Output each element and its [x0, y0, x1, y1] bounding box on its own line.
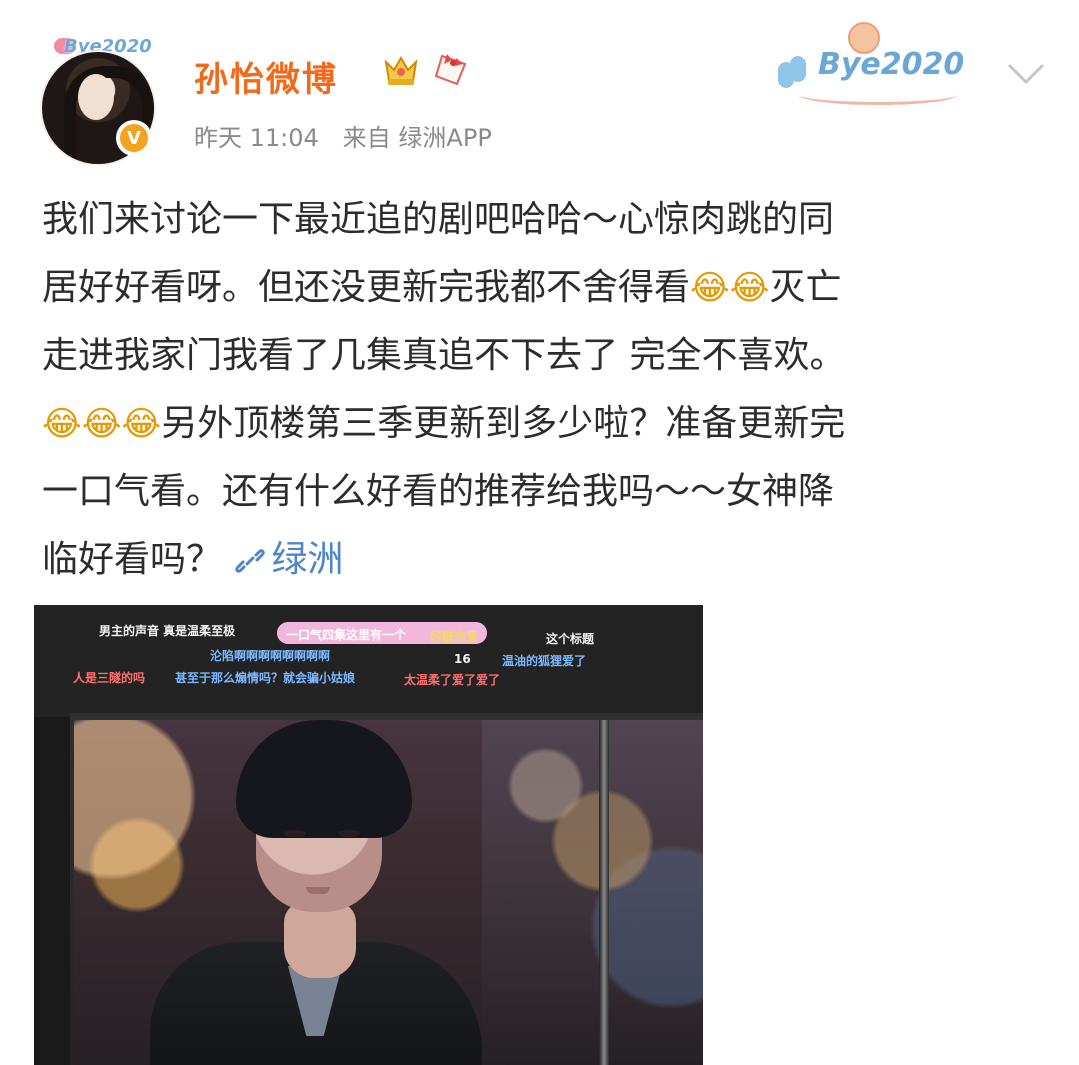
- verified-icon: V: [116, 120, 152, 156]
- scroll-icon: [434, 54, 467, 86]
- pole-decoration: [599, 720, 609, 1065]
- eye-shape: [284, 830, 306, 837]
- danmaku-text: 沦陷啊啊啊啊啊啊啊啊: [210, 649, 331, 663]
- avatar-face-shape: [78, 74, 114, 120]
- danmaku-text: 人是三隧的吗: [73, 671, 146, 685]
- post-line-4-text: 另外顶楼第三季更新到多少啦？准备更新完: [161, 403, 846, 444]
- post-line-2-tail: 灭亡: [769, 267, 842, 308]
- danmaku-text: 男主的声音 真是温柔至极: [99, 624, 236, 638]
- mouth-shape: [306, 887, 330, 894]
- laughing-crying-face-icon: 😂: [121, 404, 162, 444]
- post-line-2-text: 居好好看呀。但还没更新完我都不舍得看: [42, 267, 691, 308]
- danmaku-text: 16: [454, 652, 471, 666]
- window-background: [482, 720, 703, 1065]
- post-line-6: 临好看吗？ 绿洲: [42, 526, 1032, 594]
- crown-icon: [384, 56, 418, 85]
- post-line-1: 我们来讨论一下最近追的剧吧哈哈～心惊肉跳的同: [42, 199, 835, 240]
- link-icon: [235, 549, 266, 573]
- danmaku-text: 温油的狐狸爱了: [502, 654, 587, 668]
- post-line-3: 走进我家门我看了几集真追不下去了 完全不喜欢。: [42, 335, 846, 376]
- post-line-6-text: 临好看吗？: [42, 539, 223, 580]
- post-link-label: 绿洲: [271, 539, 344, 580]
- username[interactable]: 孙怡微博: [194, 52, 338, 101]
- neck-shape: [284, 902, 356, 978]
- laughing-crying-face-icon: 😂: [81, 404, 122, 444]
- laughing-crying-face-icon: 😂: [729, 268, 770, 308]
- post-time: 昨天 11:04: [194, 124, 319, 152]
- footprint-icon: [778, 62, 794, 88]
- post-line-5: 一口气看。还有什么好看的推荐给我吗～～女神降: [42, 471, 835, 512]
- danmaku-text: 甚至于那么煽情吗？就会骗小姑娘: [175, 671, 356, 685]
- post-line-4: 😂😂😂另外顶楼第三季更新到多少啦？准备更新完: [42, 390, 1032, 458]
- danmaku-text: 好糖恋爱: [430, 630, 479, 644]
- video-scene: [74, 720, 703, 1065]
- decorative-badge: Bye2020: [768, 22, 988, 105]
- danmaku-text: 太温柔了爱了爱了: [404, 673, 501, 687]
- post-meta: 昨天 11:04 来自 绿洲APP: [194, 118, 492, 153]
- laughing-crying-face-icon: 😂: [690, 268, 730, 308]
- danmaku-text: 一口气四集这里有一个: [286, 628, 407, 642]
- laughing-crying-face-icon: 😂: [42, 404, 82, 444]
- eye-shape: [338, 830, 360, 837]
- post-line-2: 居好好看呀。但还没更新完我都不舍得看😂😂灭亡: [42, 254, 1032, 322]
- post-body: 我们来讨论一下最近追的剧吧哈哈～心惊肉跳的同 居好好看呀。但还没更新完我都不舍得…: [42, 186, 1032, 594]
- avatar-group[interactable]: Bye2020 V: [38, 36, 158, 166]
- decorative-badge-text: Bye2020: [818, 47, 965, 82]
- swoosh-decoration: [798, 84, 958, 105]
- chevron-down-icon[interactable]: [1006, 60, 1046, 88]
- danmaku-text: 这个标题: [546, 632, 595, 646]
- post-source: 来自 绿洲APP: [342, 124, 492, 152]
- post-image[interactable]: 男主的声音 真是温柔至极 一口气四集这里有一个 好糖恋爱 这个标题 沦陷啊啊啊啊…: [34, 605, 703, 1065]
- post-link[interactable]: 绿洲: [233, 539, 343, 580]
